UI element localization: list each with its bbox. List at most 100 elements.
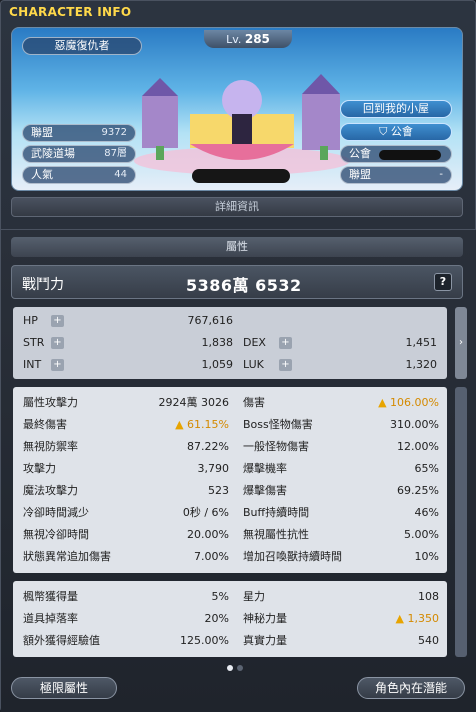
stat-value: 540 — [418, 634, 439, 647]
union-info: 聯盟 - — [340, 166, 452, 184]
detail-row: 無視防禦率 87.22% — [23, 439, 229, 455]
stat-key: 無視屬性抗性 — [243, 528, 309, 541]
detail-row: Boss怪物傷害 310.00% — [243, 417, 439, 433]
detail-row: 無視屬性抗性 5.00% — [243, 527, 439, 543]
page-indicator — [227, 656, 247, 675]
union-level-stat: 聯盟 9372 — [22, 124, 136, 142]
stat-key: HP — [23, 314, 38, 327]
fame-stat: 人氣 44 — [22, 166, 136, 184]
attributes-header: 屬性 — [11, 237, 463, 257]
guild-label: 公會 — [349, 147, 371, 160]
guild-button[interactable]: ⛉ 公會 — [340, 123, 452, 141]
stat-value: 12.00% — [397, 440, 439, 453]
job-label: 惡魔復仇者 — [22, 37, 142, 55]
detail-stats-box: 屬性攻擊力 2924萬 3026 傷害 ▲ 106.00% 最終傷害 ▲ 61.… — [13, 387, 447, 573]
stat-value: 7.00% — [194, 550, 229, 563]
go-home-button[interactable]: 回到我的小屋 — [340, 100, 452, 118]
stat-label: 人氣 — [31, 168, 53, 181]
stat-key: 真實力量 — [243, 634, 287, 647]
stat-key: 星力 — [243, 590, 265, 603]
expand-arrow-icon[interactable]: › — [455, 307, 467, 379]
redacted-guild-name — [379, 150, 441, 160]
page-dot-active[interactable] — [227, 665, 233, 671]
stat-key: 無視冷卻時間 — [23, 528, 89, 541]
stat-value: 61.15% — [187, 418, 229, 431]
stat-key: 最終傷害 — [23, 418, 67, 431]
up-arrow-icon: ▲ — [395, 612, 404, 625]
stat-value: 106.00% — [390, 396, 439, 409]
detail-row: Buff持續時間 46% — [243, 505, 439, 521]
stat-value: 65% — [414, 462, 439, 475]
stat-key: STR — [23, 336, 45, 349]
stat-key: 增加召喚獸持續時間 — [243, 550, 342, 563]
stat-value: 108 — [418, 590, 439, 603]
stat-key: INT — [23, 358, 42, 371]
stat-value: 5.00% — [404, 528, 439, 541]
dex-plus-icon[interactable]: + — [279, 337, 292, 349]
detail-row: 增加召喚獸持續時間 10% — [243, 549, 439, 565]
stat-value: 767,616 — [187, 314, 234, 327]
stat-label: 武陵道場 — [31, 147, 75, 160]
stat-label: 聯盟 — [31, 126, 53, 139]
help-button[interactable]: ? — [434, 273, 452, 291]
luk-plus-icon[interactable]: + — [279, 359, 292, 371]
stat-key: 攻擊力 — [23, 462, 56, 475]
extra-row: 真實力量 540 — [243, 633, 439, 649]
detail-row: 爆擊傷害 69.25% — [243, 483, 439, 499]
detail-row: 最終傷害 ▲ 61.15% — [23, 417, 229, 433]
extra-row: 額外獲得經驗值 125.00% — [23, 633, 229, 649]
scrollbar[interactable] — [455, 387, 467, 657]
detail-row: 屬性攻擊力 2924萬 3026 — [23, 395, 229, 411]
page-dot[interactable] — [237, 665, 243, 671]
stat-value: 523 — [208, 484, 229, 497]
level-prefix: Lv. — [226, 33, 242, 46]
stat-key: 一般怪物傷害 — [243, 440, 309, 453]
stat-value: 1,838 — [201, 336, 234, 349]
combat-power-value: 5386萬 6532 — [186, 276, 302, 295]
int-plus-icon[interactable]: + — [51, 359, 64, 371]
inner-ability-button[interactable]: 角色內在潛能 — [357, 677, 465, 699]
stat-value: 9372 — [101, 127, 127, 138]
extra-row: 神秘力量 ▲ 1,350 — [243, 611, 439, 627]
detail-info-button[interactable]: 詳細資訊 — [11, 197, 463, 217]
stat-key: 魔法攻擊力 — [23, 484, 78, 497]
union-value: - — [439, 169, 443, 180]
detail-row: 攻擊力 3,790 — [23, 461, 229, 477]
stat-key: 楓幣獲得量 — [23, 590, 78, 603]
stat-key: 神秘力量 — [243, 612, 287, 625]
stat-value: 10% — [414, 550, 439, 563]
stat-value: 20.00% — [187, 528, 229, 541]
detail-row: 一般怪物傷害 12.00% — [243, 439, 439, 455]
hp-plus-icon[interactable]: + — [51, 315, 64, 327]
stat-key: DEX — [243, 336, 266, 349]
detail-row: 狀態異常追加傷害 7.00% — [23, 549, 229, 565]
detail-row: 無視冷卻時間 20.00% — [23, 527, 229, 543]
stat-value-up: ▲ 106.00% — [378, 395, 439, 411]
character-banner: Lv. 285 惡魔復仇者 聯盟 9372 武陵道場 87層 人氣 44 回到我… — [11, 27, 463, 191]
hyper-stat-button[interactable]: 極限屬性 — [11, 677, 117, 699]
stat-value: 1,059 — [201, 358, 234, 371]
stat-row-int: INT + 1,059 — [23, 357, 233, 373]
combat-power-bar: 戰鬥力 5386萬 6532 ? — [11, 265, 463, 299]
stat-value: 310.00% — [390, 418, 439, 431]
str-plus-icon[interactable]: + — [51, 337, 64, 349]
up-arrow-icon: ▲ — [378, 396, 387, 409]
stat-key: 狀態異常追加傷害 — [23, 550, 111, 563]
stat-value: 1,451 — [405, 336, 438, 349]
stat-value: 44 — [114, 169, 127, 180]
stat-row-luk: LUK + 1,320 — [243, 357, 437, 373]
stat-key: 道具掉落率 — [23, 612, 78, 625]
extra-row: 楓幣獲得量 5% — [23, 589, 229, 605]
castle-illustration — [134, 74, 350, 175]
dojo-stat: 武陵道場 87層 — [22, 145, 136, 163]
stat-value-up: ▲ 1,350 — [396, 611, 439, 627]
stat-value: 125.00% — [180, 634, 229, 647]
stat-key: Buff持續時間 — [243, 506, 310, 519]
stat-key: 額外獲得經驗值 — [23, 634, 100, 647]
stat-value-up: ▲ 61.15% — [175, 417, 229, 433]
combat-power-label: 戰鬥力 — [22, 277, 64, 293]
detail-row: 冷卻時間減少 0秒 / 6% — [23, 505, 229, 521]
stat-value: 1,350 — [407, 612, 440, 625]
stat-value: 3,790 — [197, 462, 230, 475]
detail-row: 魔法攻擊力 523 — [23, 483, 229, 499]
